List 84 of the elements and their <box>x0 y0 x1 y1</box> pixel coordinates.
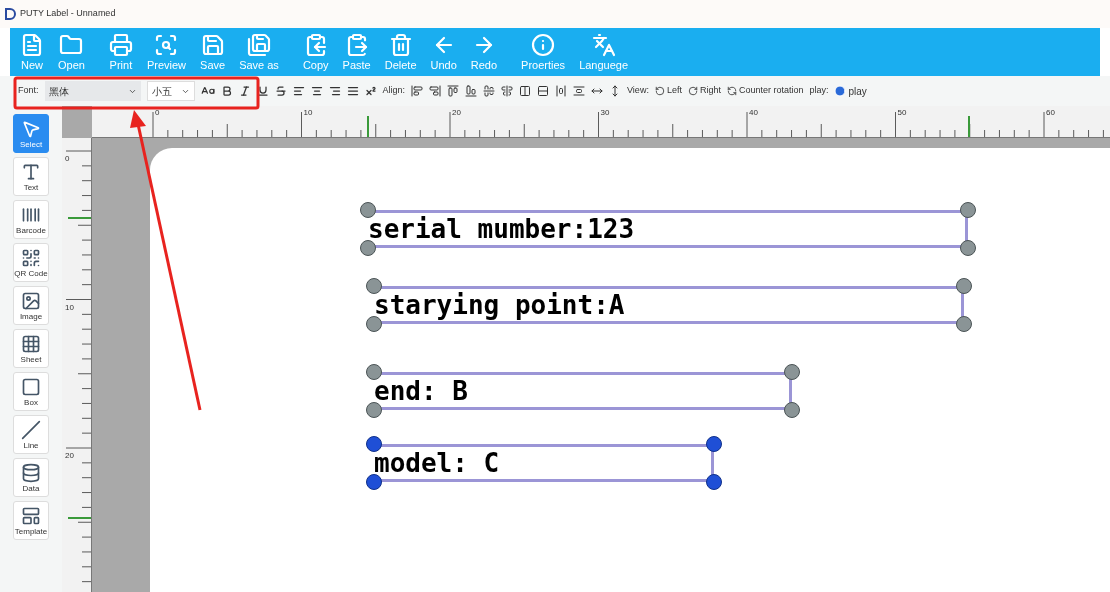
play-label: play: <box>809 84 829 98</box>
ruler-number: 30 <box>600 107 610 119</box>
play-icon <box>834 85 847 97</box>
italic-icon[interactable] <box>238 85 251 97</box>
tool-button[interactable]: Sheet <box>13 329 49 368</box>
ruler-number: 10 <box>303 107 313 119</box>
tool-button[interactable]: QR Code <box>13 243 49 282</box>
layout-icon <box>21 505 41 526</box>
floppy-arrow-icon <box>247 33 271 57</box>
resize-handle[interactable] <box>784 402 800 418</box>
align-left-icon[interactable] <box>292 85 305 97</box>
font-label: Font: <box>18 84 39 98</box>
space-horizontal-icon[interactable] <box>555 85 568 97</box>
trash-icon <box>388 33 413 57</box>
size-select[interactable]: 小五 <box>146 81 195 101</box>
ruler-number: 20 <box>452 107 461 119</box>
rotate-left-icon <box>654 86 665 96</box>
resize-handle[interactable] <box>784 364 800 380</box>
resize-handle[interactable] <box>360 240 376 256</box>
floppy-icon <box>200 33 225 57</box>
bold-icon[interactable] <box>220 85 233 97</box>
tool-button[interactable]: Template <box>13 501 49 540</box>
view-button[interactable]: Left <box>654 84 682 98</box>
center-horizontal-icon[interactable] <box>483 85 496 97</box>
window-title: PUTY Label - Unnamed <box>20 7 116 21</box>
center-vertical-icon[interactable] <box>501 85 514 97</box>
tool-button[interactable]: Line <box>13 415 49 454</box>
square-icon <box>21 376 41 397</box>
ruler-number: 40 <box>749 107 758 119</box>
align-right-icon[interactable] <box>328 85 341 97</box>
folder-icon <box>59 33 84 57</box>
language-icon <box>591 33 616 57</box>
ruler-number: 0 <box>65 153 70 165</box>
magnifier-icon <box>154 33 179 57</box>
rotate-right-icon <box>687 86 698 96</box>
align-right-edge-icon[interactable] <box>429 85 442 97</box>
align-label: Align: <box>382 84 406 98</box>
tool-button[interactable]: Barcode <box>13 200 49 239</box>
tool-button[interactable]: Image <box>13 286 49 325</box>
ruler-number: 20 <box>65 450 74 462</box>
resize-handle[interactable] <box>366 474 382 490</box>
grid-icon <box>21 333 41 354</box>
tool-button[interactable]: Data <box>13 458 49 497</box>
resize-handle[interactable] <box>706 436 722 452</box>
info-icon <box>531 33 556 57</box>
space-vertical-icon[interactable] <box>573 85 586 97</box>
justify-icon[interactable] <box>346 85 359 97</box>
app-logo-icon <box>4 8 16 20</box>
view-label: View: <box>627 84 649 98</box>
align-bottom-icon[interactable] <box>465 85 478 97</box>
database-icon <box>21 462 41 483</box>
view-button[interactable]: Counter rotation <box>726 84 804 98</box>
rows-icon[interactable] <box>537 85 550 97</box>
resize-handle[interactable] <box>366 278 382 294</box>
document-icon <box>20 33 44 57</box>
align-left-edge-icon[interactable] <box>411 85 424 97</box>
resize-handle[interactable] <box>366 436 382 452</box>
tool-button[interactable]: Box <box>13 372 49 411</box>
ruler-number: 10 <box>65 301 74 314</box>
resize-handle[interactable] <box>366 402 382 418</box>
resize-handle[interactable] <box>956 316 972 332</box>
columns-icon[interactable] <box>519 85 532 97</box>
play-button[interactable]: play <box>834 83 867 99</box>
resize-handle[interactable] <box>956 278 972 294</box>
resize-handle[interactable] <box>960 240 976 256</box>
view-button[interactable]: Right <box>687 84 721 98</box>
ruler-number: 60 <box>1046 107 1055 119</box>
resize-handle[interactable] <box>360 202 376 218</box>
resize-handle[interactable] <box>366 364 382 380</box>
resize-handle[interactable] <box>960 202 976 218</box>
image-icon <box>21 290 41 311</box>
align-center-icon[interactable] <box>310 85 323 97</box>
superscript-icon[interactable] <box>364 85 377 97</box>
line-icon <box>21 419 41 440</box>
rotation-icon <box>726 86 737 96</box>
font-select[interactable]: 黑体 <box>44 81 141 101</box>
resize-handle[interactable] <box>706 474 722 490</box>
qr-code-icon <box>21 247 41 268</box>
tool-button[interactable]: Text <box>13 157 49 196</box>
align-top-icon[interactable] <box>447 85 460 97</box>
ruler-number: 50 <box>897 107 907 119</box>
printer-icon <box>108 33 133 57</box>
strikethrough-icon[interactable] <box>274 85 287 97</box>
ruler-number: 0 <box>155 107 160 119</box>
